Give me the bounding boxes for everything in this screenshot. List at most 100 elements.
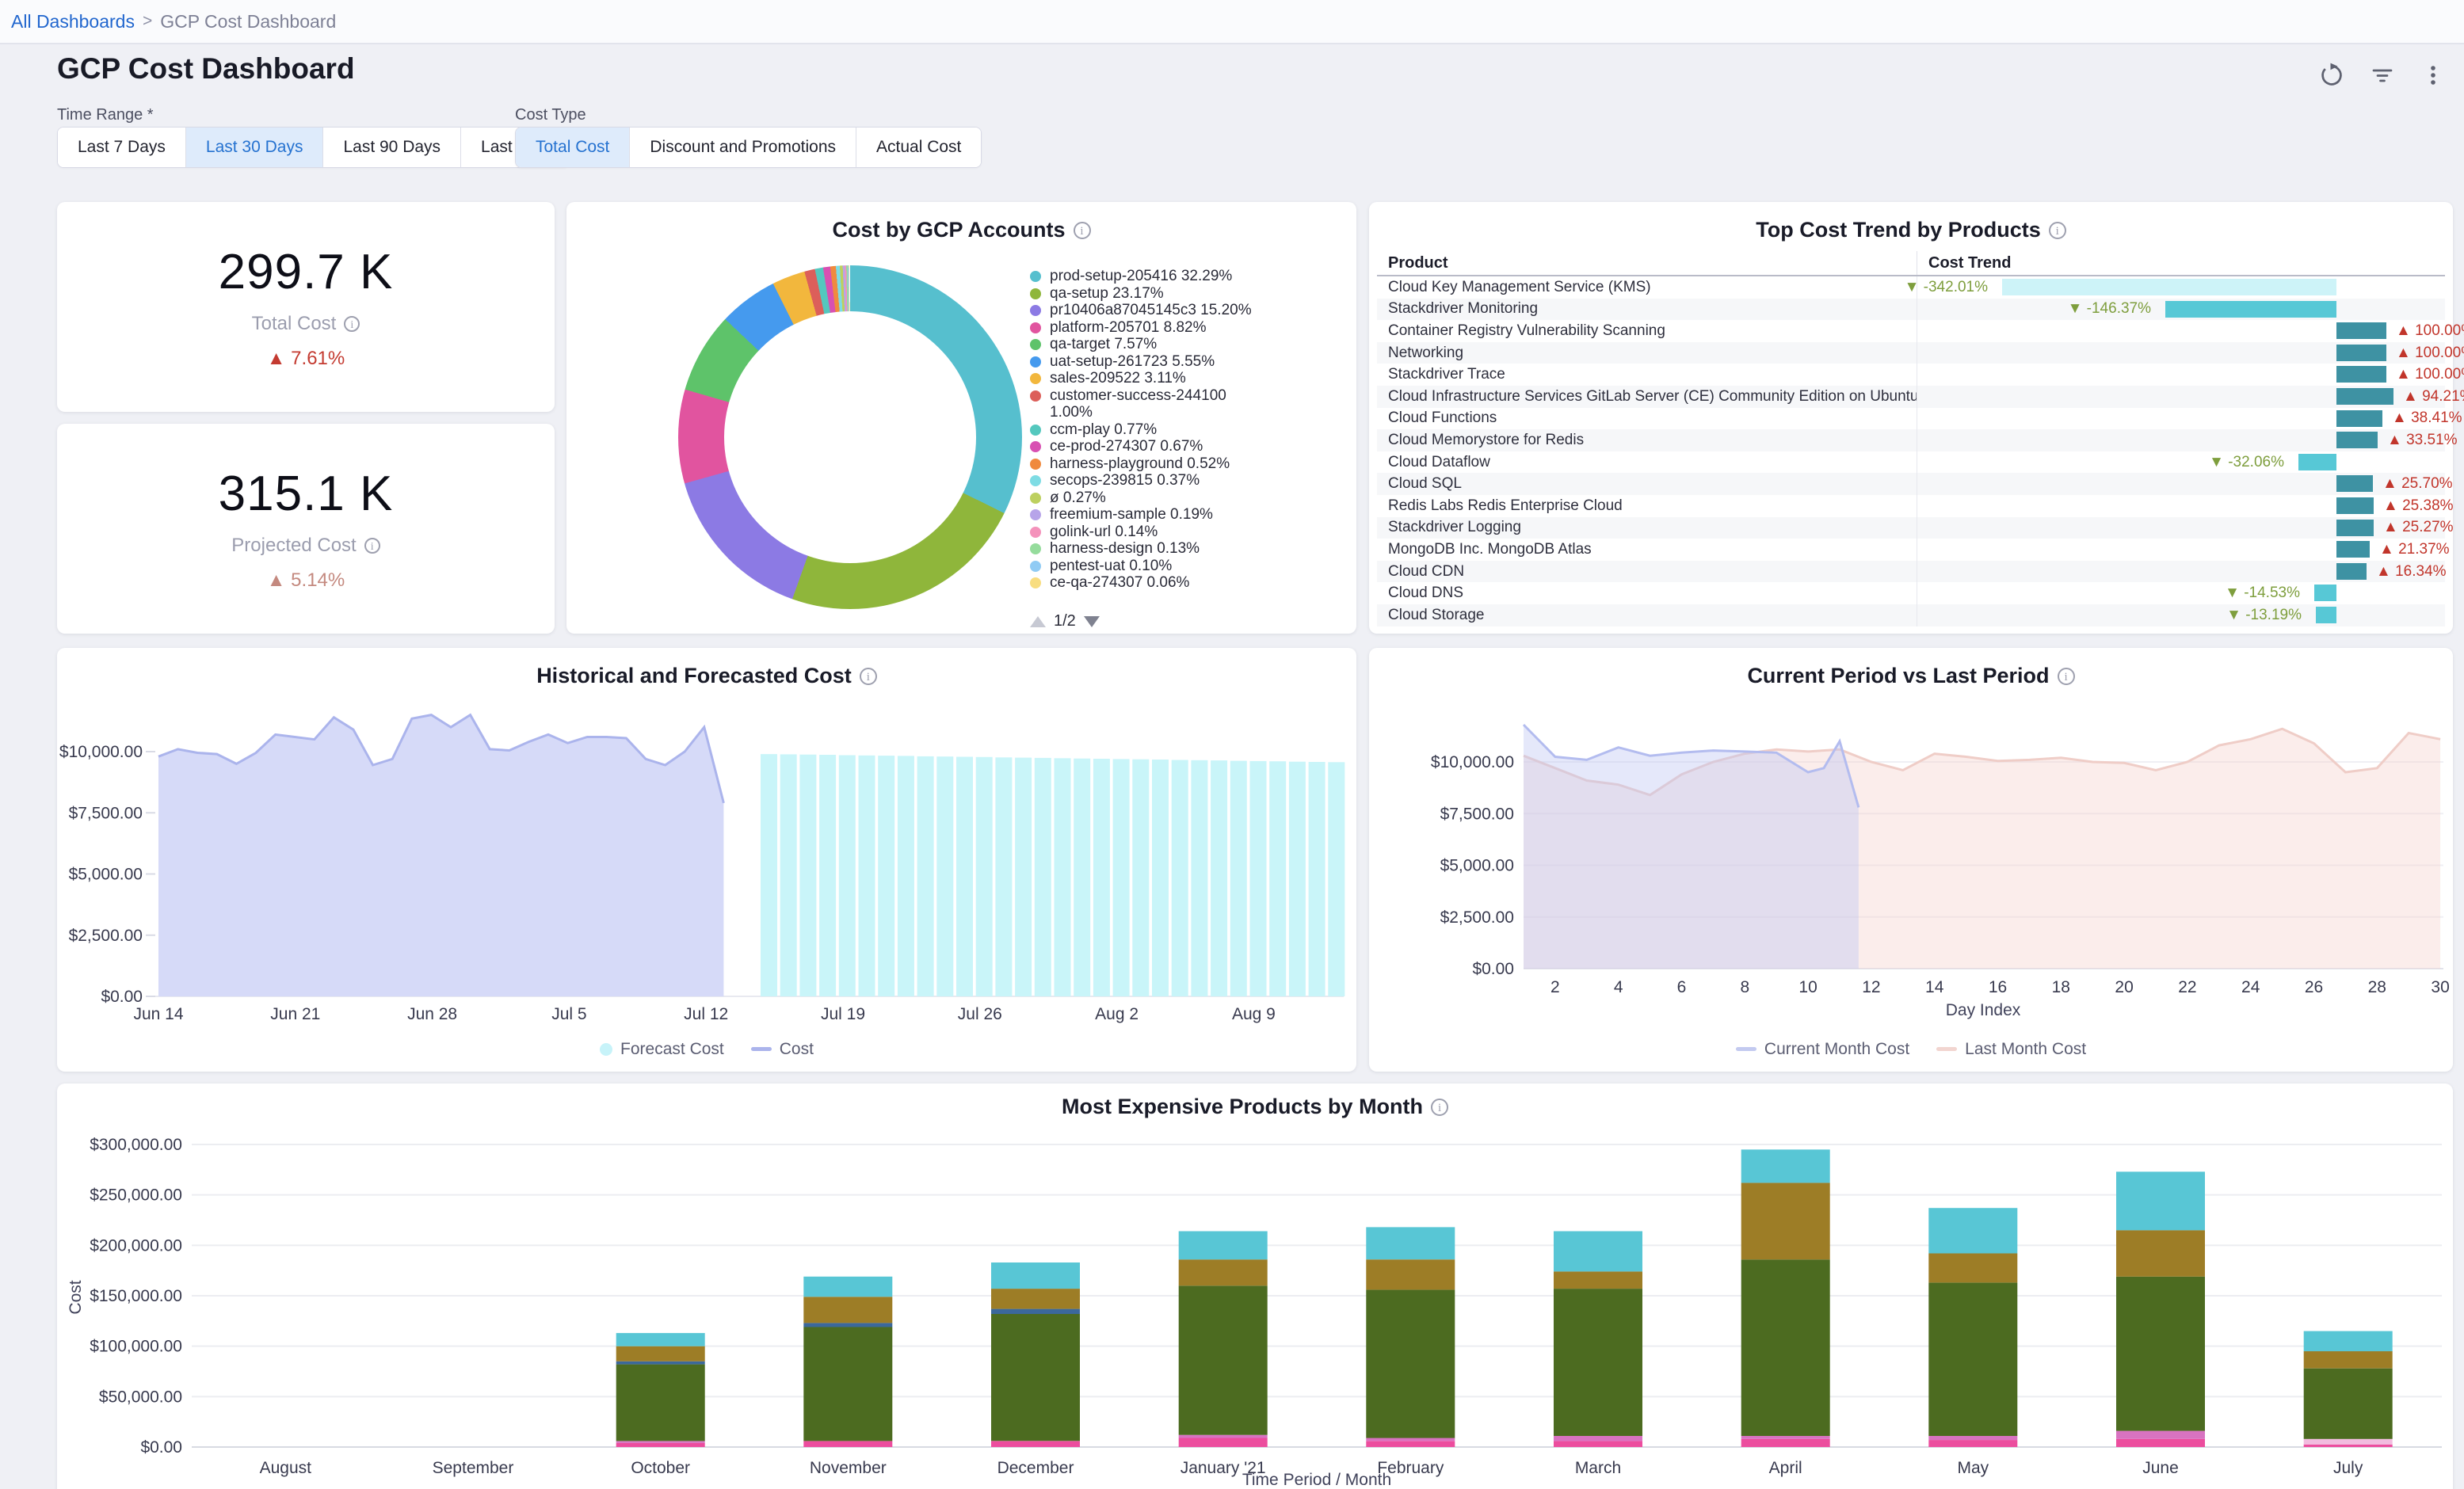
breadcrumb-current: GCP Cost Dashboard [160,11,336,32]
total-cost-card: 299.7 K Total Cost ▲ 7.61% [57,202,555,412]
info-icon[interactable] [1074,222,1091,239]
info-icon[interactable] [1431,1099,1448,1116]
table-row: Networking▲ 100.00% [1377,342,2445,364]
svg-text:$10,000.00: $10,000.00 [1431,753,1514,771]
column-header-cost-trend: Cost Trend [1917,251,2445,275]
legend-item: Current Month Cost [1736,1040,1909,1059]
legend-page-down-icon[interactable] [1084,616,1100,627]
svg-text:$5,000.00: $5,000.00 [69,866,143,884]
breadcrumb-all-dashboards-link[interactable]: All Dashboards [11,11,135,32]
legend-item: pr10406a87045145c3 15.20% [1030,302,1331,319]
table-row: Stackdriver Trace▲ 100.00% [1377,364,2445,386]
svg-text:Day Index: Day Index [1946,1001,2021,1019]
time-range-segmented-control: Last 7 DaysLast 30 DaysLast 90 DaysLast … [57,127,570,168]
legend-page-indicator: 1/2 [1054,612,1076,630]
svg-text:10: 10 [1798,978,1817,996]
info-icon[interactable] [344,316,360,332]
svg-text:30: 30 [2431,978,2449,996]
legend-item: uat-setup-261723 5.55% [1030,353,1331,371]
table-row: Cloud Infrastructure Services GitLab Ser… [1377,386,2445,408]
refresh-icon[interactable] [2317,60,2347,90]
legend-dot [1030,509,1041,520]
cost-trend-table: Product Cost Trend Cloud Key Management … [1377,251,2445,626]
svg-text:Jul 19: Jul 19 [821,1005,865,1023]
cost-by-gcp-accounts-card: Cost by GCP Accounts prod-setup-205416 3… [566,202,1356,634]
cost-type-option[interactable]: Total Cost [516,128,629,167]
trend-bar [2165,301,2336,318]
table-header: Product Cost Trend [1377,251,2445,276]
legend-item: qa-setup 23.17% [1030,285,1331,303]
legend-dot [1030,322,1041,333]
trend-bar [2314,585,2336,601]
legend-item: harness-playground 0.52% [1030,455,1331,473]
trend-bar [2336,520,2374,536]
svg-text:May: May [1957,1459,1989,1477]
cost-type-option[interactable]: Discount and Promotions [629,128,856,167]
legend-dot [1030,356,1041,367]
info-icon[interactable] [2058,668,2075,685]
svg-text:14: 14 [1925,978,1944,996]
svg-text:August: August [260,1459,312,1477]
current-vs-last-period-card: Current Period vs Last Period $10,000.00… [1369,648,2453,1072]
table-row: Stackdriver Logging▲ 25.27% [1377,517,2445,539]
table-row: Container Registry Vulnerability Scannin… [1377,320,2445,342]
svg-text:$0.00: $0.00 [1472,960,1514,978]
legend-item: customer-success-244100 1.00% [1030,387,1331,421]
trend-bar [2336,475,2373,492]
table-row: Cloud DNS▼ -14.53% [1377,582,2445,604]
period-comparison-chart: $10,000.00$7,500.00$5,000.00$2,500.00$0.… [1369,687,2453,1020]
cost-type-option[interactable]: Actual Cost [856,128,981,167]
svg-text:Jul 12: Jul 12 [684,1005,728,1023]
time-range-option[interactable]: Last 7 Days [58,128,185,167]
svg-text:18: 18 [2052,978,2070,996]
svg-text:$300,000.00: $300,000.00 [90,1136,182,1154]
legend-page-up-icon[interactable] [1030,616,1046,627]
table-row: Cloud Dataflow▼ -32.06% [1377,451,2445,474]
trend-bar [2336,541,2370,558]
gcp-cost-dashboard-page: All Dashboards > GCP Cost Dashboard GCP … [0,0,2464,1489]
filter-icon[interactable] [2367,60,2397,90]
legend-item: sales-209522 3.11% [1030,370,1331,387]
chart-title: Top Cost Trend by Products [1369,218,2453,242]
time-range-option[interactable]: Last 30 Days [185,128,323,167]
svg-text:4: 4 [1614,978,1623,996]
trend-bar [2336,388,2393,405]
legend-dot [1030,271,1041,282]
trend-bar [2298,454,2336,470]
monthly-products-chart: $300,000.00$250,000.00$200,000.00$150,00… [57,1127,2453,1489]
legend-item: harness-design 0.13% [1030,540,1331,558]
legend-dot [1030,475,1041,486]
kebab-menu-icon[interactable] [2418,60,2448,90]
info-icon[interactable] [364,538,380,554]
svg-text:$7,500.00: $7,500.00 [69,804,143,822]
svg-text:Jun 14: Jun 14 [133,1005,183,1023]
table-row: Cloud Functions▲ 38.41% [1377,408,2445,430]
legend-dot [1030,305,1041,316]
svg-text:June: June [2142,1459,2179,1477]
info-icon[interactable] [2049,222,2066,239]
svg-text:Jun 21: Jun 21 [270,1005,320,1023]
svg-text:$0.00: $0.00 [140,1438,182,1457]
svg-text:6: 6 [1677,978,1687,996]
time-range-option[interactable]: Last 90 Days [322,128,460,167]
svg-text:October: October [631,1459,690,1477]
cost-type-label: Cost Type [515,106,586,124]
legend-item: Forecast Cost [600,1040,724,1059]
svg-text:November: November [810,1459,887,1477]
legend-item: ce-prod-274307 0.67% [1030,438,1331,455]
info-icon[interactable] [860,668,877,685]
svg-text:September: September [433,1459,514,1477]
legend-dot [1030,577,1041,588]
svg-text:$10,000.00: $10,000.00 [59,743,143,761]
svg-text:Jun 28: Jun 28 [407,1005,457,1023]
total-cost-delta: ▲ 7.61% [267,348,345,370]
legend-item: pentest-uat 0.10% [1030,558,1331,575]
svg-text:$0.00: $0.00 [101,988,143,1006]
breadcrumb-chevron-icon: > [143,12,152,31]
legend-dot [1030,373,1041,384]
table-row: MongoDB Inc. MongoDB Atlas▲ 21.37% [1377,539,2445,561]
trend-bar [2336,563,2367,580]
projected-cost-label: Projected Cost [231,535,380,557]
svg-text:$2,500.00: $2,500.00 [69,927,143,945]
cost-type-segmented-control: Total CostDiscount and PromotionsActual … [515,127,982,168]
